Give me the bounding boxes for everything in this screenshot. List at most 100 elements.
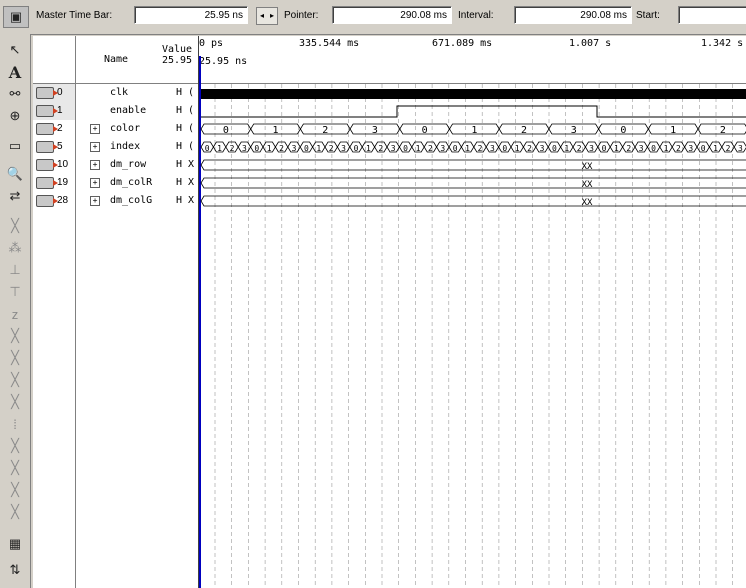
forcing-unknown-icon[interactable]: ⁂ <box>3 238 27 258</box>
clock-value-icon[interactable]: ╳ <box>3 458 27 478</box>
start-label: Start: <box>636 10 660 21</box>
index-bus-label: 3 <box>292 144 297 153</box>
name-column-header[interactable]: Name <box>76 36 156 84</box>
master-time-bar-field[interactable]: 25.95 ns <box>134 6 248 24</box>
signal-id-cell[interactable]: 10 <box>33 156 75 174</box>
signal-id-cell[interactable]: 0 <box>33 84 75 102</box>
value-column-header[interactable]: Value 25.95 <box>156 36 198 84</box>
index-bus-label: 2 <box>527 144 532 153</box>
expand-group-icon[interactable]: + <box>90 124 100 134</box>
window-icon[interactable]: ▣ <box>3 6 29 28</box>
signal-name-cell[interactable]: + dm_row <box>76 156 156 174</box>
signal-id-cell[interactable]: 1 <box>33 102 75 120</box>
node-id-column: 0 1 2 5 10 19 28 <box>33 36 76 588</box>
weak-unknown-icon[interactable]: ╳ <box>3 326 27 346</box>
index-bus-label: 1 <box>713 144 718 153</box>
full-screen-icon[interactable]: ▭ <box>3 136 27 156</box>
weak-low-icon[interactable]: ╳ <box>3 348 27 368</box>
signal-name-cell[interactable]: enable <box>76 102 156 120</box>
node-finder-icon[interactable]: ⚯ <box>3 84 27 104</box>
expand-group-icon[interactable]: + <box>90 160 100 170</box>
count-value-icon[interactable]: ╳ <box>3 436 27 456</box>
pointer-field[interactable]: 290.08 ms <box>332 6 452 24</box>
tool-palette: ▣ ↖ A ⚯ ⊕ ▭ 🔍 ⇄ ╳ ⁂ ⊥ ⊤ z ╳ ╳ ╳ ╳ ⁞ ╳ ╳ … <box>0 0 31 588</box>
index-bus-label: 1 <box>366 144 371 153</box>
signal-id-cell[interactable]: 5 <box>33 138 75 156</box>
color-bus-label: 0 <box>223 125 229 136</box>
index-bus-label: 2 <box>428 144 433 153</box>
weak-high-icon[interactable]: ╳ <box>3 370 27 390</box>
random-value-icon[interactable]: ╳ <box>3 502 27 522</box>
signal-type-icon <box>36 141 58 153</box>
time-bar-nav[interactable]: ◂ ▸ <box>256 7 278 25</box>
index-bus-label: 1 <box>664 144 669 153</box>
arbitrary-value-icon[interactable]: ╳ <box>3 480 27 500</box>
signal-name-cell[interactable]: + dm_colG <box>76 192 156 210</box>
text-tool-icon[interactable]: A <box>3 62 27 82</box>
index-bus-label: 1 <box>515 144 520 153</box>
index-bus-label: 1 <box>465 144 470 153</box>
signal-id-cell[interactable]: 2 <box>33 120 75 138</box>
signal-type-icon <box>36 159 58 171</box>
snap-to-grid-icon[interactable]: ▦ <box>3 534 27 554</box>
forcing-low-icon[interactable]: ⊥ <box>3 260 27 280</box>
id-column-header <box>33 36 75 84</box>
interval-field[interactable]: 290.08 ms <box>514 6 632 24</box>
dont-care-icon[interactable]: ⁞ <box>3 414 27 434</box>
dm-colg-bus-segment <box>200 195 746 207</box>
index-bus-label: 1 <box>217 144 222 153</box>
waveform-panel[interactable]: 0 ps 335.544 ms 671.089 ms 1.007 s 1.342… <box>199 36 746 588</box>
high-impedance-icon[interactable]: z <box>3 304 27 324</box>
index-bus-label: 1 <box>316 144 321 153</box>
color-bus-label: 0 <box>620 125 626 136</box>
signal-id: 19 <box>57 177 69 188</box>
signal-id-cell[interactable]: 19 <box>33 174 75 192</box>
index-bus-label: 3 <box>540 144 545 153</box>
signal-name-cell[interactable]: + index <box>76 138 156 156</box>
color-bus-label: 3 <box>571 125 577 136</box>
index-bus-label: 3 <box>589 144 594 153</box>
start-field[interactable] <box>678 6 746 24</box>
value-header-time: 25.95 <box>161 55 193 66</box>
index-bus-label: 0 <box>602 144 607 153</box>
replace-icon[interactable]: ⇄ <box>3 186 27 206</box>
index-bus-label: 2 <box>726 144 731 153</box>
sort-icon[interactable]: ⇅ <box>3 560 27 580</box>
pointer-label: Pointer: <box>284 10 319 21</box>
uninitialized-icon[interactable]: ╳ <box>3 216 27 236</box>
index-bus-label: 1 <box>564 144 569 153</box>
signal-value: H ( <box>175 87 194 98</box>
signal-name-cell[interactable]: + dm_colR <box>76 174 156 192</box>
invert-icon[interactable]: ╳ <box>3 392 27 412</box>
master-time-bar-label: Master Time Bar: <box>36 10 113 21</box>
signal-name: dm_colG <box>110 195 153 206</box>
expand-group-icon[interactable]: + <box>90 142 100 152</box>
signal-value: H ( <box>175 141 194 152</box>
find-icon[interactable]: 🔍 <box>3 164 27 184</box>
index-bus-label: 0 <box>254 144 259 153</box>
dm-row-bus-segment <box>200 159 746 171</box>
waveform-canvas[interactable]: 0 1 2 3 0 1 2 3 0 1 20 1 2 3 0 1 2 3 0 1 2 3 0 1 2 3 0 1 2 3 0 1 2 3 0 1 2 3 0… <box>199 36 746 588</box>
next-transition-icon[interactable]: ▸ <box>267 8 277 24</box>
selection-pointer-icon[interactable]: ↖ <box>3 40 27 60</box>
signal-value: H X <box>175 159 194 170</box>
signal-name: dm_row <box>110 159 147 170</box>
signal-name: index <box>110 141 141 152</box>
dm-colr-bus-segment <box>200 177 746 189</box>
color-bus-label: 0 <box>422 125 428 136</box>
previous-transition-icon[interactable]: ◂ <box>257 8 267 24</box>
signal-name-cell[interactable]: + color <box>76 120 156 138</box>
index-bus-label: 3 <box>242 144 247 153</box>
signal-value: H ( <box>175 123 194 134</box>
signal-id-cell[interactable]: 28 <box>33 192 75 210</box>
expand-group-icon[interactable]: + <box>90 178 100 188</box>
index-bus-label: 2 <box>279 144 284 153</box>
zoom-icon[interactable]: ⊕ <box>3 106 27 126</box>
color-bus-label: 2 <box>322 125 328 136</box>
signal-type-icon <box>36 195 58 207</box>
index-bus-label: 1 <box>614 144 619 153</box>
index-bus-label: 0 <box>701 144 706 153</box>
signal-name-cell[interactable]: clk <box>76 84 156 102</box>
expand-group-icon[interactable]: + <box>90 196 100 206</box>
forcing-high-icon[interactable]: ⊤ <box>3 282 27 302</box>
